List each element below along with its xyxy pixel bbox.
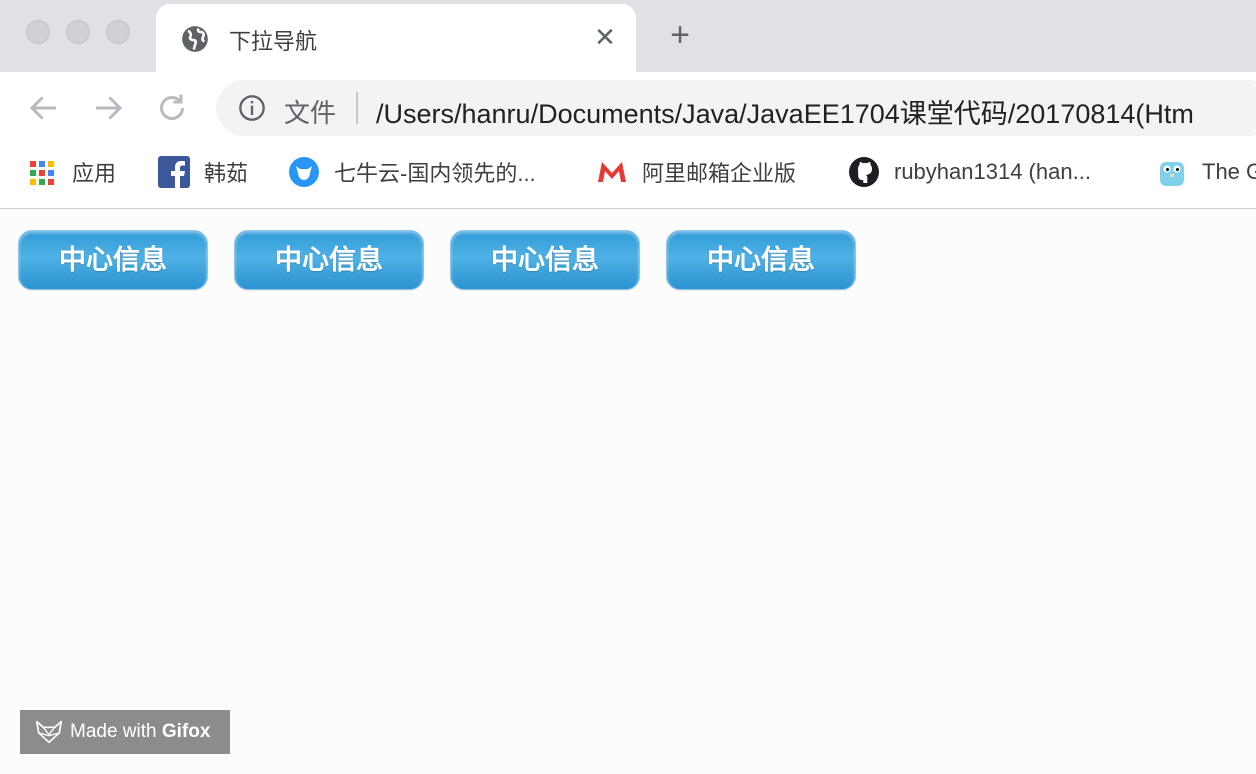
bookmark-label: The G [1202,159,1256,184]
bookmark-hanru[interactable]: 韩茹 [158,156,248,188]
fox-logo-icon [35,720,63,744]
watermark-brand: Gifox [161,721,211,742]
window-close-button[interactable] [26,20,50,44]
tab-close-icon[interactable]: ✕ [592,24,618,50]
apps-grid-icon [26,156,58,188]
bookmark-qiniu[interactable]: 七牛云-国内领先的... [288,156,536,188]
security-label: 文件 [284,98,337,128]
gifox-watermark: Made with Gifox [20,710,230,754]
address-bar[interactable]: 文件 /Users/hanru/Documents/Java/JavaEE170… [216,80,1256,136]
aliyun-mail-icon [598,162,626,182]
golang-gopher-icon [1160,162,1184,186]
bookmark-golang[interactable]: The G [1156,156,1256,188]
url-text[interactable]: /Users/hanru/Documents/Java/JavaEE1704课堂… [376,92,1194,131]
bookmark-label: 应用 [72,161,117,186]
facebook-icon [158,156,190,188]
nav-button-4[interactable]: 中心信息 [666,230,856,290]
bookmark-label: 韩茹 [204,161,249,186]
github-icon [849,157,879,187]
nav-button-2[interactable]: 中心信息 [234,230,424,290]
bookmark-label: 七牛云-国内领先的... [334,161,536,186]
forward-arrow-icon[interactable] [90,90,126,126]
bookmark-github[interactable]: rubyhan1314 (han... [848,156,1091,188]
new-tab-plus-icon[interactable]: + [664,18,696,52]
info-icon[interactable] [238,94,266,122]
bookmark-aliyun-mail[interactable]: 阿里邮箱企业版 [596,156,796,188]
back-arrow-icon[interactable] [26,90,62,126]
watermark-text: Made with Gifox [70,721,210,743]
bookmark-label: rubyhan1314 (han... [894,159,1091,184]
bookmark-apps[interactable]: 应用 [26,156,116,188]
address-separator [356,92,358,124]
bookmark-label: 阿里邮箱企业版 [642,161,797,186]
bookmarks-bar: 应用 韩茹 七牛云-国内领先的... 阿里邮箱企业版 rubyhan1314 (… [0,144,1256,209]
page-viewport: 中心信息 中心信息 中心信息 中心信息 Made with Gifox [0,210,1256,774]
browser-toolbar: 文件 /Users/hanru/Documents/Java/JavaEE170… [0,72,1256,144]
window-minimize-button[interactable] [66,20,90,44]
browser-tab-active[interactable]: 下拉导航 ✕ [156,4,636,72]
tab-title: 下拉导航 [229,29,318,54]
watermark-prefix: Made with [70,721,162,742]
globe-icon [182,26,208,52]
window-maximize-button[interactable] [106,20,130,44]
nav-button-3[interactable]: 中心信息 [450,230,640,290]
nav-button-1[interactable]: 中心信息 [18,230,208,290]
tab-strip: 下拉导航 ✕ + [0,0,1256,72]
qiniu-icon [289,157,319,187]
reload-icon[interactable] [154,90,190,126]
